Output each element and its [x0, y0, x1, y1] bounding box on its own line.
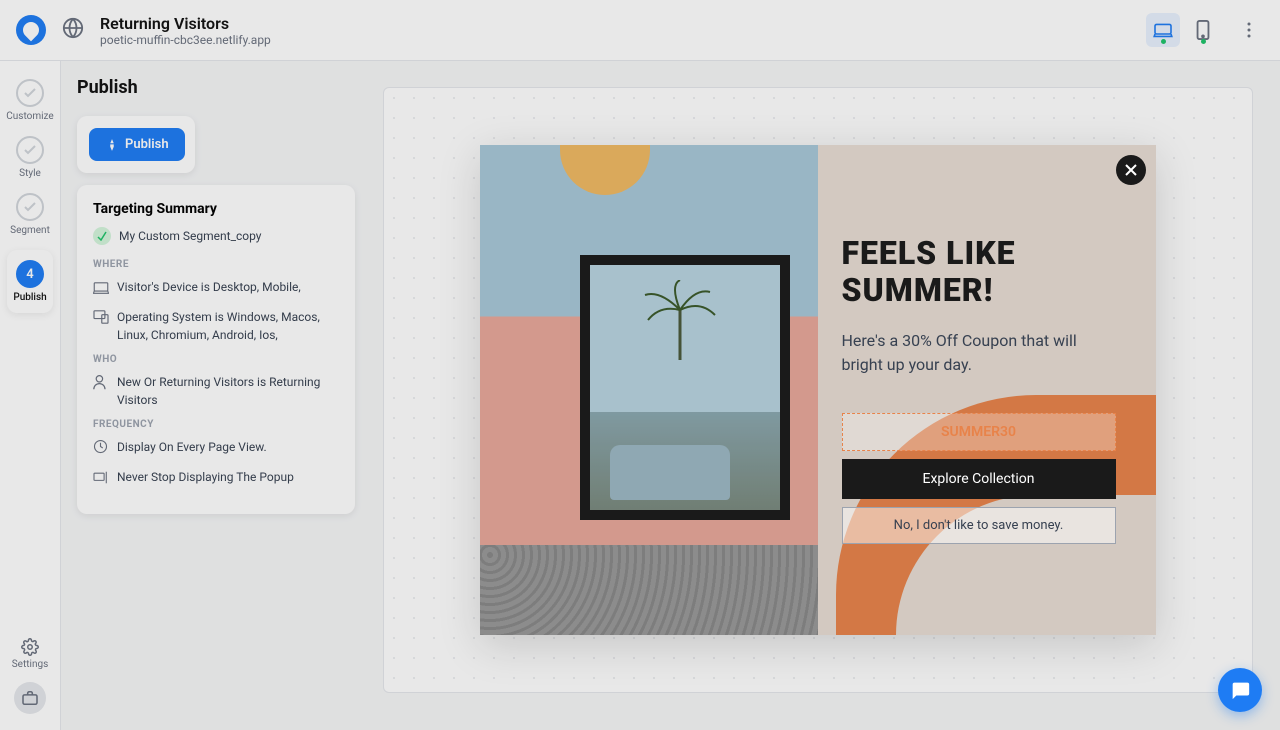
popup-heading: FEELS LIKE SUMMER!: [842, 235, 1116, 309]
popup-close-button[interactable]: [1116, 155, 1146, 185]
segment-status-icon: [93, 227, 111, 245]
more-menu-button[interactable]: [1234, 15, 1264, 45]
person-icon: [93, 374, 109, 394]
preview-canvas: FEELS LIKE SUMMER! Here's a 30% Off Coup…: [355, 61, 1280, 730]
rule-row: Never Stop Displaying The Popup: [93, 468, 339, 488]
step-customize[interactable]: Customize: [6, 79, 53, 122]
popup-content-panel: FEELS LIKE SUMMER! Here's a 30% Off Coup…: [818, 145, 1156, 635]
briefcase-icon: [22, 691, 38, 705]
who-section-label: WHO: [93, 354, 339, 365]
popup-decline-button[interactable]: No, I don't like to save money.: [842, 507, 1116, 544]
publish-card: Publish: [77, 116, 195, 173]
close-icon: [1125, 164, 1137, 176]
rule-row: Visitor's Device is Desktop, Mobile,: [93, 278, 339, 298]
desktop-preview-button[interactable]: [1146, 13, 1180, 47]
page-subtitle: poetic-muffin-cbc3ee.netlify.app: [100, 33, 271, 47]
chat-support-button[interactable]: [1218, 668, 1262, 712]
panel-heading: Publish: [77, 77, 355, 98]
segment-name: My Custom Segment_copy: [119, 229, 261, 243]
os-icon: [93, 309, 109, 328]
briefcase-button[interactable]: [14, 682, 46, 714]
popup-image-panel: [480, 145, 818, 635]
publish-panel: Publish Publish Targeting Summary My Cus…: [61, 61, 355, 730]
rocket-icon: [105, 138, 119, 152]
step-publish[interactable]: 4 Publish: [7, 250, 52, 313]
repeat-icon: [93, 469, 109, 488]
settings-button[interactable]: Settings: [12, 638, 49, 670]
mobile-preview-button[interactable]: [1186, 13, 1220, 47]
preview-frame: FEELS LIKE SUMMER! Here's a 30% Off Coup…: [383, 87, 1253, 693]
rule-row: Display On Every Page View.: [93, 438, 339, 458]
popup-preview: FEELS LIKE SUMMER! Here's a 30% Off Coup…: [480, 145, 1156, 635]
step-segment[interactable]: Segment: [10, 193, 50, 236]
gear-icon: [21, 638, 39, 656]
rule-row: New Or Returning Visitors is Returning V…: [93, 373, 339, 409]
step-style[interactable]: Style: [16, 136, 44, 179]
segment-row: My Custom Segment_copy: [93, 227, 339, 245]
clock-icon: [93, 439, 109, 458]
targeting-summary-card: Targeting Summary My Custom Segment_copy…: [77, 185, 355, 514]
popup-coupon-code[interactable]: SUMMER30: [842, 413, 1116, 451]
summary-heading: Targeting Summary: [93, 201, 339, 217]
publish-button[interactable]: Publish: [89, 128, 185, 161]
chat-icon: [1229, 679, 1251, 701]
sidebar: Customize Style Segment 4 Publish Settin…: [0, 61, 61, 730]
where-section-label: WHERE: [93, 259, 339, 270]
popup-cta-button[interactable]: Explore Collection: [842, 459, 1116, 499]
popup-subheading: Here's a 30% Off Coupon that will bright…: [842, 329, 1116, 377]
device-icon: [93, 279, 109, 298]
page-title: Returning Visitors: [100, 14, 271, 33]
rule-row: Operating System is Windows, Macos, Linu…: [93, 308, 339, 344]
topbar: Returning Visitors poetic-muffin-cbc3ee.…: [0, 0, 1280, 61]
app-logo[interactable]: [16, 15, 46, 45]
globe-icon: [62, 17, 84, 43]
frequency-section-label: FREQUENCY: [93, 419, 339, 430]
